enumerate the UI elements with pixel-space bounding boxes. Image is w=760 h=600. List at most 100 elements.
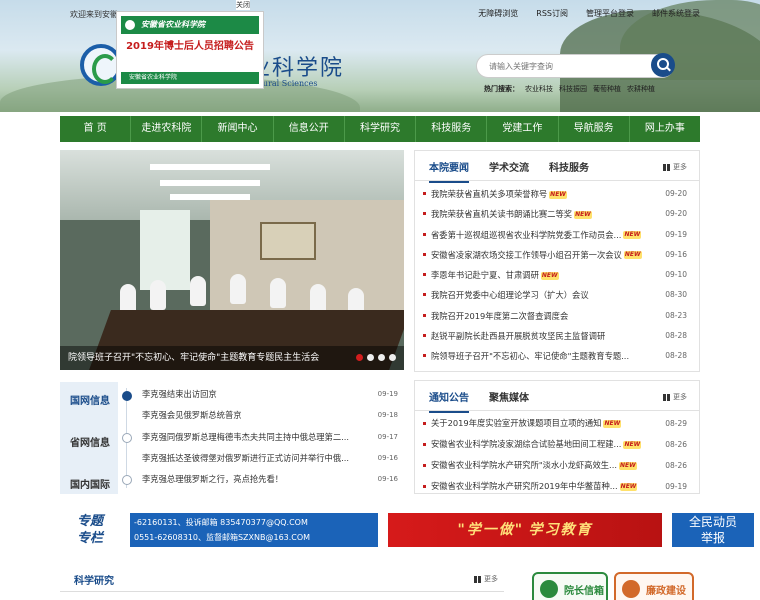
science-more-link[interactable]: 更多: [474, 574, 498, 584]
info-cat-national[interactable]: 国网信息: [70, 392, 110, 407]
news-item[interactable]: 我院召开2019年度第二次督查调度会 08-23: [423, 306, 687, 326]
notice-item[interactable]: 安徽省农业科学院水产研究所"淡水小龙虾高效生... NEW 08-26: [423, 455, 687, 476]
notice-item[interactable]: 关于2019年度实验室开放课题项目立项的通知 NEW 08-29: [423, 413, 687, 434]
study-banner[interactable]: "学一做" 学习教育: [388, 513, 662, 547]
science-title[interactable]: 科学研究: [74, 572, 114, 587]
info-cat-international[interactable]: 国内国际: [70, 476, 110, 491]
more-icon: [663, 163, 670, 171]
news-item-date: 08-23: [665, 310, 687, 320]
new-badge: NEW: [619, 482, 638, 491]
popup-logo-icon: [123, 18, 137, 32]
info-item-title: 李克强同俄罗斯总理梅德韦杰夫共同主持中俄总理第二...: [142, 431, 350, 442]
search-box: [476, 54, 674, 78]
new-badge: NEW: [623, 251, 642, 260]
news-more-link[interactable]: 更多: [663, 162, 687, 172]
notice-item-title: 安徽省农业科学院凌家湖综合试验基地田间工程建...: [431, 439, 622, 449]
tab-academic-exchange[interactable]: 学术交流: [489, 159, 529, 174]
hot-search-item[interactable]: 农耕种植: [627, 84, 655, 94]
hot-search-item[interactable]: 葡萄种植: [593, 84, 621, 94]
contact-banner[interactable]: -62160131、投诉邮箱 835470377@QQ.COM 0551-626…: [130, 513, 378, 547]
rss-link[interactable]: RSS订阅: [536, 8, 568, 19]
slide-caption[interactable]: 院领导班子召开"不忘初心、牢记使命"主题教育专题民主生活会: [60, 346, 404, 370]
nav-navigation[interactable]: 导航服务: [559, 116, 630, 142]
nav-about[interactable]: 走进农科院: [131, 116, 203, 142]
notice-item[interactable]: 安徽省农业科学院水产研究所2019年中华鳖苗种... NEW 09-19: [423, 476, 687, 497]
info-item[interactable]: 李克强抵达圣彼得堡对俄罗斯进行正式访问并举行中俄... 09-16: [142, 448, 398, 469]
news-item-date: 09-10: [665, 270, 687, 280]
tab-notices[interactable]: 通知公告: [429, 389, 469, 413]
news-item-title: 安徽省凌家湖农场交接工作领导小组召开第一次会议: [431, 249, 622, 260]
info-cat-provincial[interactable]: 省网信息: [70, 434, 110, 449]
news-item[interactable]: 李恩年书记赴宁夏、甘肃调研 NEW 09-10: [423, 265, 687, 285]
search-icon[interactable]: [651, 53, 675, 77]
info-item-date: 09-18: [377, 411, 398, 420]
info-item-date: 09-19: [377, 390, 398, 398]
banner-row: 专题 专栏 -62160131、投诉邮箱 835470377@QQ.COM 05…: [60, 510, 754, 550]
main-nav: 首 页 走进农科院 新闻中心 信息公开 科学研究 科技服务 党建工作 导航服务 …: [60, 116, 700, 142]
contact-line2: 0551-62608310、监督邮箱SZXNB@163.COM: [134, 533, 311, 542]
news-item[interactable]: 省委第十巡视组巡视省农业科学院党委工作动员会... NEW 09-19: [423, 225, 687, 245]
news-panel: 本院要闻 学术交流 科技服务 更多 我院荣获省直机关多项荣誉称号 NEW 09-20…: [414, 150, 700, 372]
notice-more-link[interactable]: 更多: [663, 392, 687, 402]
slider-dot[interactable]: [389, 354, 396, 361]
mailbox-label: 院长信箱: [564, 586, 604, 597]
report-banner[interactable]: 全民动员 举报: [672, 513, 754, 547]
info-item[interactable]: 李克强同俄罗斯总理梅德韦杰夫共同主持中俄总理第二... 09-17: [142, 427, 398, 448]
news-item-title: 我院荣获省直机关多项荣誉称号: [431, 189, 548, 199]
special-column-line2: 专栏: [76, 531, 103, 546]
tab-tech-service[interactable]: 科技服务: [549, 159, 589, 174]
integrity-label: 廉政建设: [646, 586, 686, 597]
news-item[interactable]: 我院召开党委中心组理论学习（扩大）会议 08-30: [423, 285, 687, 305]
news-item-title: 李恩年书记赴宁夏、甘肃调研: [431, 270, 539, 281]
new-badge: NEW: [574, 210, 592, 219]
tab-media-focus[interactable]: 聚焦媒体: [489, 389, 529, 404]
info-item[interactable]: 李克强结束出访回京 09-19: [142, 384, 398, 405]
tab-institute-news[interactable]: 本院要闻: [429, 159, 469, 183]
info-item-title: 李克强会见俄罗斯总统普京: [142, 410, 242, 421]
hot-search-item[interactable]: 农业科技: [525, 84, 553, 94]
study-label: 学习教育: [528, 522, 593, 538]
search-input[interactable]: [477, 55, 647, 77]
slider-dot[interactable]: [367, 354, 374, 361]
notice-tabs: 通知公告 聚焦媒体 更多: [415, 381, 699, 413]
news-item[interactable]: 安徽省凌家湖农场交接工作领导小组召开第一次会议 NEW 09-16: [423, 245, 687, 265]
notice-panel: 通知公告 聚焦媒体 更多 关于2019年度实验室开放课题项目立项的通知 NEW 08…: [414, 380, 700, 494]
nav-home[interactable]: 首 页: [60, 116, 132, 142]
mail-login-link[interactable]: 邮件系统登录: [652, 8, 700, 19]
news-tabs: 本院要闻 学术交流 科技服务 更多: [415, 151, 699, 183]
news-item-date: 09-20: [665, 189, 687, 198]
top-links: 无障碍浏览 RSS订阅 管理平台登录 邮件系统登录: [478, 8, 700, 19]
integrity-button[interactable]: 廉政建设: [614, 572, 694, 600]
info-item[interactable]: 李克强会见俄罗斯总统普京 09-18: [142, 405, 398, 426]
news-slider[interactable]: 院领导班子召开"不忘初心、牢记使命"主题教育专题民主生活会: [60, 150, 404, 370]
info-panel: 国网信息 省网信息 国内国际 李克强结束出访回京 09-19 李克强会见俄罗斯总统…: [60, 382, 404, 494]
nav-info-public[interactable]: 信息公开: [274, 116, 345, 142]
nav-party-work[interactable]: 党建工作: [487, 116, 559, 142]
news-item-title: 我院召开2019年度第二次督查调度会: [431, 310, 569, 321]
hot-search-item[interactable]: 科技振园: [559, 84, 587, 94]
news-item[interactable]: 我院荣获省直机关读书朗诵比赛二等奖 NEW 09-20: [423, 204, 687, 224]
new-badge: NEW: [623, 440, 642, 449]
slider-dot[interactable]: [378, 354, 385, 361]
popup-close-button[interactable]: 关闭: [236, 0, 250, 10]
slider-dot[interactable]: [356, 354, 363, 361]
nav-research[interactable]: 科学研究: [345, 116, 417, 142]
nav-tech-service[interactable]: 科技服务: [416, 116, 488, 142]
news-item-title: 赵锐平副院长赴西县开展脱贫攻坚民主监督调研: [431, 331, 606, 342]
notice-item[interactable]: 安徽省农业科学院凌家湖综合试验基地田间工程建... NEW 08-26: [423, 434, 687, 455]
new-badge: NEW: [623, 231, 642, 240]
admin-login-link[interactable]: 管理平台登录: [586, 8, 634, 19]
accessibility-link[interactable]: 无障碍浏览: [478, 8, 518, 19]
news-item[interactable]: 我院荣获省直机关多项荣誉称号 NEW 09-20: [423, 184, 687, 204]
info-item-date: 09-17: [377, 432, 398, 441]
info-item[interactable]: 李克强总理俄罗斯之行，亮点抢先看！ 09-16: [142, 469, 398, 490]
nav-news[interactable]: 新闻中心: [202, 116, 274, 142]
nav-online-service[interactable]: 网上办事: [630, 116, 700, 142]
slide-photo-board: [260, 222, 316, 260]
news-item[interactable]: 赵锐平副院长赴西县开展脱贫攻坚民主监督调研 08-28: [423, 326, 687, 346]
recruitment-popup[interactable]: 安徽省农业科学院 2019年博士后人员招聘公告 安徽省农业科学院: [116, 11, 264, 89]
president-mailbox-button[interactable]: 院长信箱: [532, 572, 608, 600]
more-label: 更多: [673, 393, 687, 401]
news-item[interactable]: 院领导班子召开"不忘初心、牢记使命"主题教育专题... 08-28: [423, 346, 687, 366]
site-header: 欢迎来到安徽 无障碍浏览 RSS订阅 管理平台登录 邮件系统登录 业科学院 ul…: [0, 0, 760, 112]
